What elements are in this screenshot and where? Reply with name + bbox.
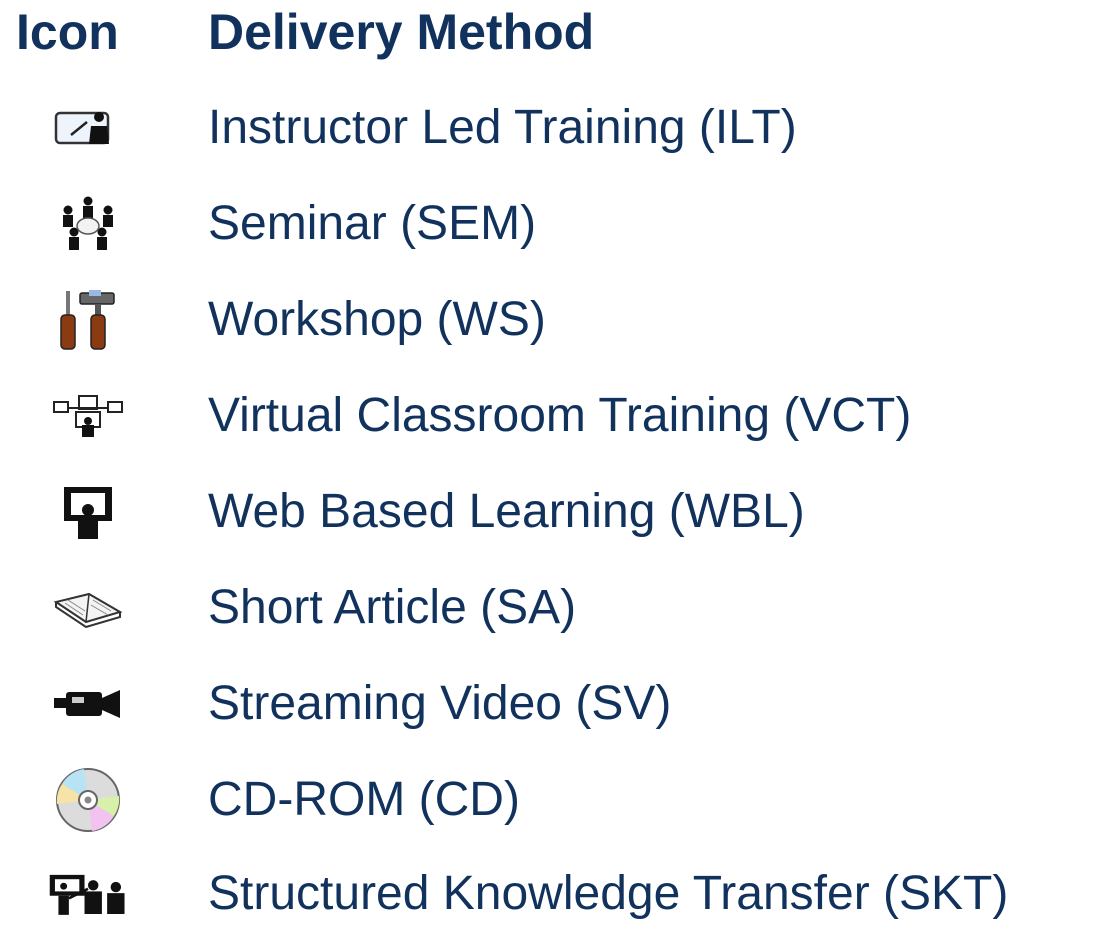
delivery-method-label: Seminar (SEM) <box>208 197 537 250</box>
list-item-wbl: Web Based Learning (WBL) <box>0 464 1097 560</box>
video-camera-icon <box>48 656 128 752</box>
open-book-icon <box>48 560 128 656</box>
list-item-sa: Short Article (SA) <box>0 560 1097 656</box>
delivery-method-label: Short Article (SA) <box>208 581 577 634</box>
instructor-board-icon <box>48 80 128 176</box>
seminar-group-icon <box>48 176 128 272</box>
delivery-method-label: Web Based Learning (WBL) <box>208 485 805 538</box>
delivery-method-label: Virtual Classroom Training (VCT) <box>208 389 912 442</box>
presenter-audience-icon <box>48 846 128 942</box>
list-item-skt: Structured Knowledge Transfer (SKT) <box>0 846 1097 942</box>
list-item-vct: Virtual Classroom Training (VCT) <box>0 368 1097 464</box>
delivery-method-label: CD-ROM (CD) <box>208 773 520 826</box>
list-item-ilt: Instructor Led Training (ILT) <box>0 80 1097 176</box>
list-item-cd: CD-ROM (CD) <box>0 752 1097 848</box>
list-item-sv: Streaming Video (SV) <box>0 656 1097 752</box>
delivery-method-label: Streaming Video (SV) <box>208 677 672 730</box>
list-item-ws: Workshop (WS) <box>0 272 1097 368</box>
network-computers-icon <box>48 368 128 464</box>
column-header-icon: Icon <box>16 4 119 60</box>
cd-rom-icon <box>48 752 128 848</box>
list-item-sem: Seminar (SEM) <box>0 176 1097 272</box>
tools-icon <box>48 272 128 368</box>
delivery-method-label: Workshop (WS) <box>208 293 546 346</box>
web-monitor-icon <box>48 464 128 560</box>
delivery-method-label: Structured Knowledge Transfer (SKT) <box>208 867 1009 920</box>
delivery-method-label: Instructor Led Training (ILT) <box>208 101 797 154</box>
column-header-delivery-method: Delivery Method <box>208 4 595 60</box>
